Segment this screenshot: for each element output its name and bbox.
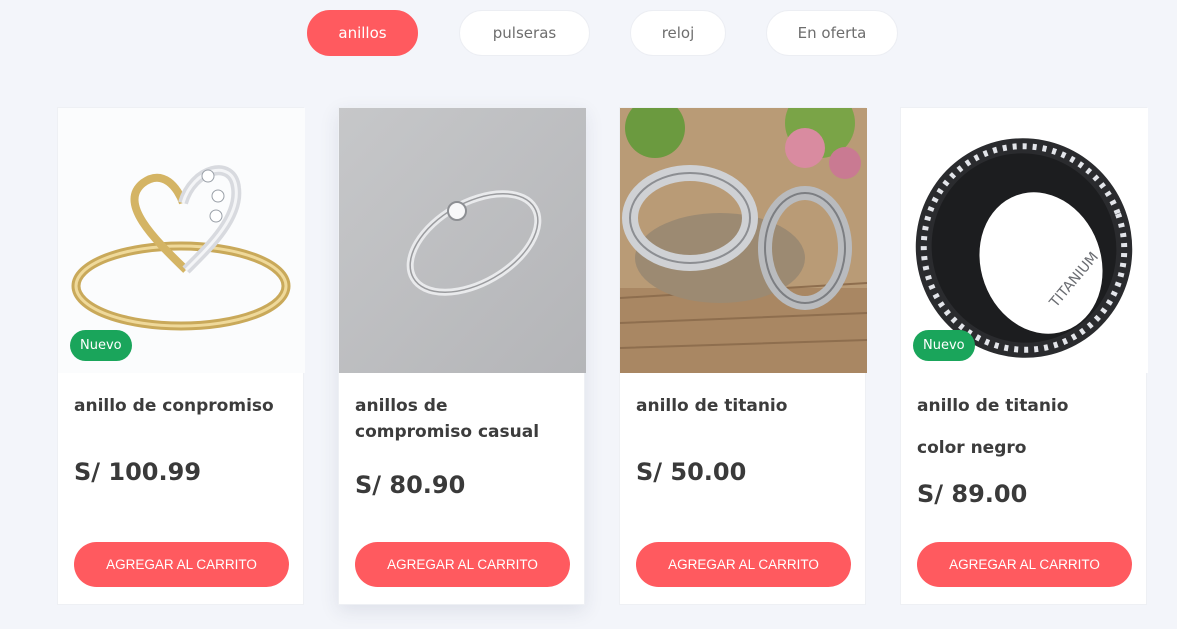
tab-reloj[interactable]: reloj [630,10,726,56]
new-badge: Nuevo [70,330,132,361]
add-to-cart-button[interactable]: AGREGAR AL CARRITO [636,542,851,587]
add-to-cart-button[interactable]: AGREGAR AL CARRITO [917,542,1132,587]
product-title[interactable]: anillo de titanio [917,393,1132,419]
add-to-cart-button[interactable]: AGREGAR AL CARRITO [355,542,570,587]
product-price: S/ 50.00 [636,458,747,486]
product-image[interactable] [620,108,867,373]
product-price: S/ 89.00 [917,480,1028,508]
product-card[interactable]: TITANIUM Nuevo anillo de titanio color n… [900,107,1148,605]
product-subtitle: color negro [917,438,1027,458]
product-card[interactable]: Nuevo anillo de conpromiso S/ 100.99 AGR… [57,107,305,605]
new-badge: Nuevo [913,330,975,361]
product-card[interactable]: anillo de titanio S/ 50.00 AGREGAR AL CA… [619,107,867,605]
category-tabs: anillos pulseras reloj En oferta [0,10,1177,56]
product-image[interactable] [339,108,586,373]
product-title[interactable]: anillos de compromiso casual [355,393,570,445]
tab-anillos[interactable]: anillos [307,10,418,56]
add-to-cart-button[interactable]: AGREGAR AL CARRITO [74,542,289,587]
product-price: S/ 80.90 [355,471,466,499]
product-price: S/ 100.99 [74,458,202,486]
product-title[interactable]: anillo de titanio [636,393,851,419]
product-card[interactable]: anillos de compromiso casual S/ 80.90 AG… [338,107,586,605]
product-title[interactable]: anillo de conpromiso [74,393,289,419]
tab-en-oferta[interactable]: En oferta [766,10,898,56]
tab-pulseras[interactable]: pulseras [459,10,590,56]
